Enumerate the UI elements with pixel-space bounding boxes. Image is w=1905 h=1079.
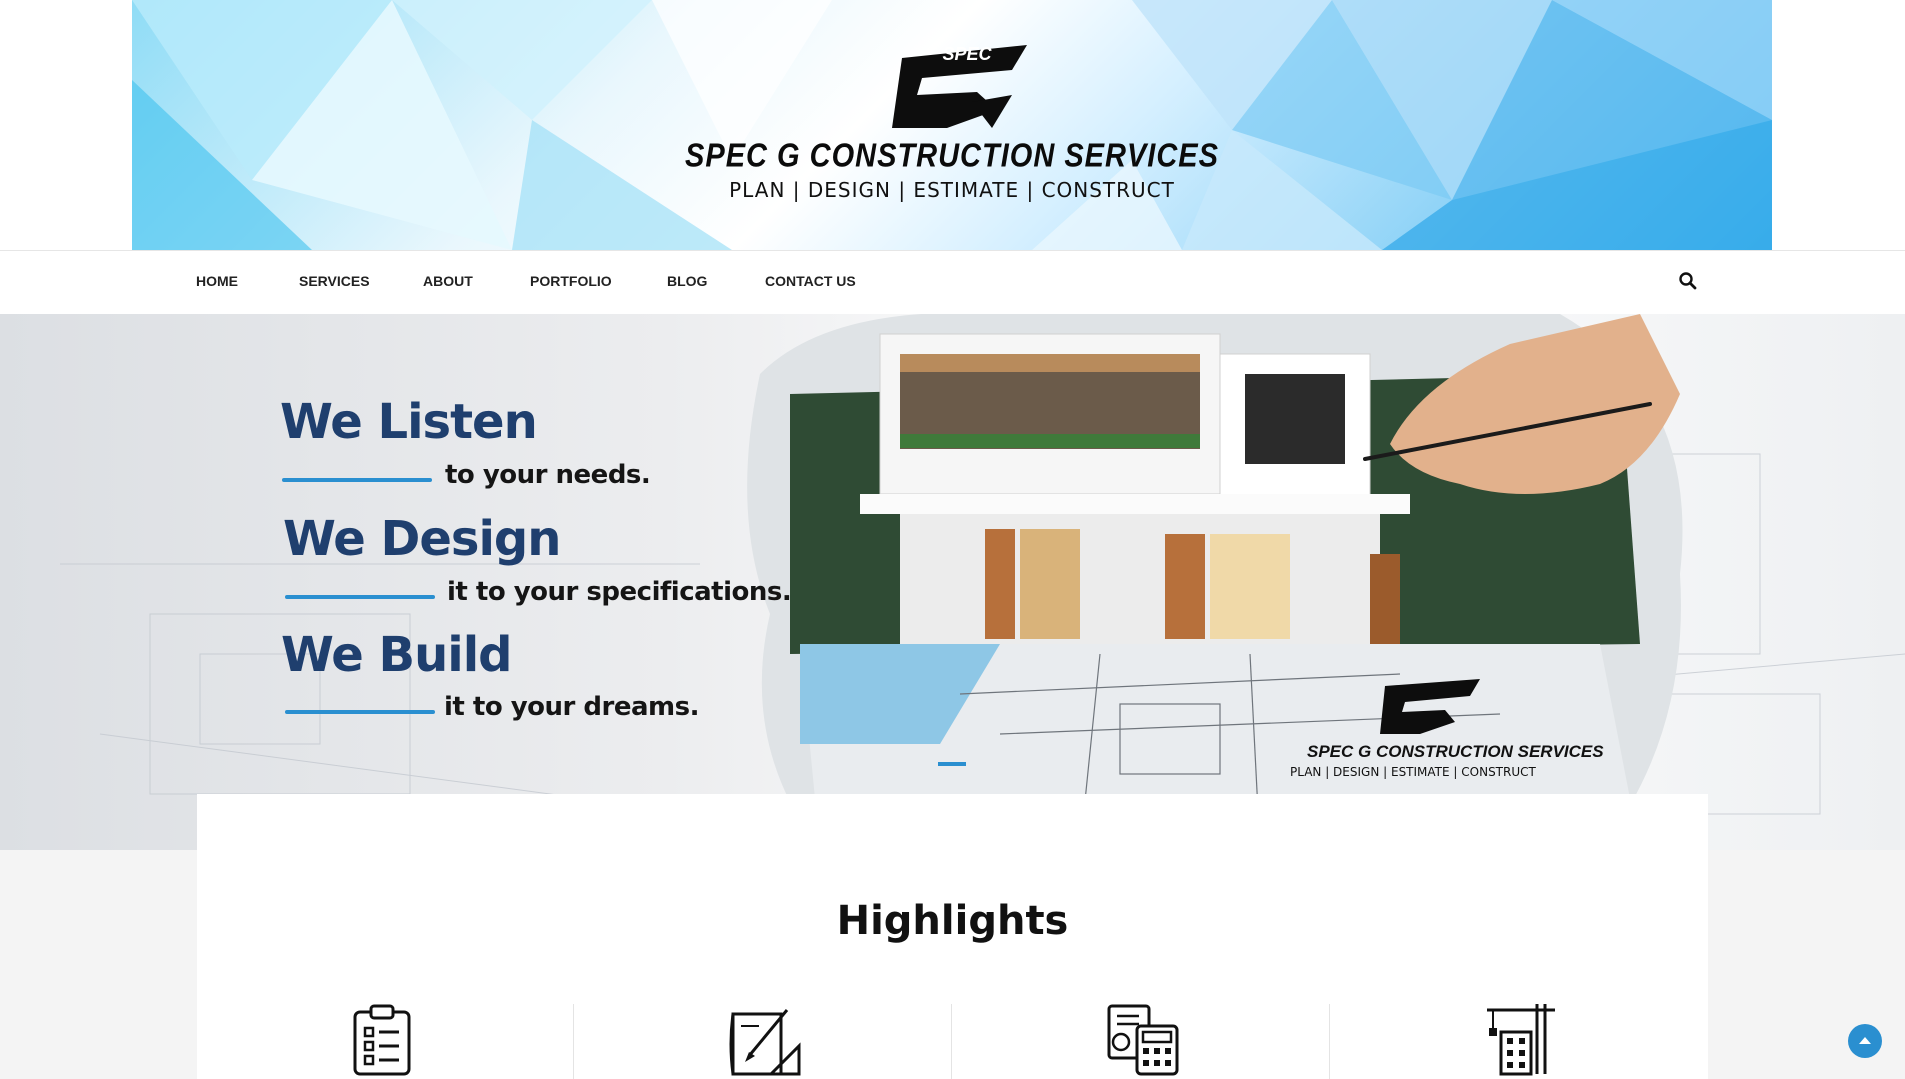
clipboard-checklist-icon [353,1004,411,1076]
highlight-divider [573,1004,574,1079]
nav-home[interactable]: HOME [196,273,238,289]
nav-services[interactable]: SERVICES [299,273,370,289]
slogan-design-sub: it to your specifications. [447,577,792,607]
highlight-item-plan [197,1004,575,1079]
slogan-build-underline [285,710,435,714]
brand-title: SPEC G CONSTRUCTION SERVICES [685,137,1219,175]
crane-building-icon [1487,1004,1555,1076]
spec-g-logo: SPEC [892,44,1027,128]
header-banner: SPEC SPEC G CONSTRUCTION SERVICES PLAN |… [132,0,1772,250]
hero-slider: We Listen to your needs. We Design it to… [0,314,1905,850]
slogan-listen-underline [282,478,432,482]
arrow-up-icon [1859,1037,1871,1044]
highlight-item-construct [1331,1004,1709,1079]
highlight-item-design [575,1004,953,1079]
blueprint-drawing-icon [729,1009,801,1076]
calculator-estimate-icon [1107,1004,1179,1076]
highlights-title: Highlights [836,898,1069,944]
slider-indicator[interactable] [938,762,966,766]
nav-blog[interactable]: BLOG [667,273,707,289]
brand-tagline: PLAN | DESIGN | ESTIMATE | CONSTRUCT [729,178,1175,202]
svg-text:SPEC: SPEC [942,44,992,64]
nav-contact-us[interactable]: CONTACT US [765,273,856,289]
highlight-divider [1329,1004,1330,1079]
slogan-build-sub: it to your dreams. [444,692,700,722]
slogan-listen-sub: to your needs. [445,460,651,490]
main-nav: HOME SERVICES ABOUT PORTFOLIO BLOG CONTA… [0,250,1905,315]
highlight-item-estimate [953,1004,1331,1079]
hero-brand-title: SPEC G CONSTRUCTION SERVICES [1307,742,1604,761]
slogan-design-underline [285,595,435,599]
search-icon[interactable] [1678,271,1698,291]
slogan-build-heading: We Build [281,627,513,683]
slogan-design-heading: We Design [283,511,561,567]
scroll-to-top-button[interactable] [1848,1024,1882,1058]
hero-brand-tagline: PLAN | DESIGN | ESTIMATE | CONSTRUCT [1290,765,1536,779]
nav-portfolio[interactable]: PORTFOLIO [530,273,612,289]
highlights-section: Highlights [197,794,1708,1079]
nav-about[interactable]: ABOUT [423,273,473,289]
slogan-listen-heading: We Listen [280,394,538,450]
highlight-divider [951,1004,952,1079]
